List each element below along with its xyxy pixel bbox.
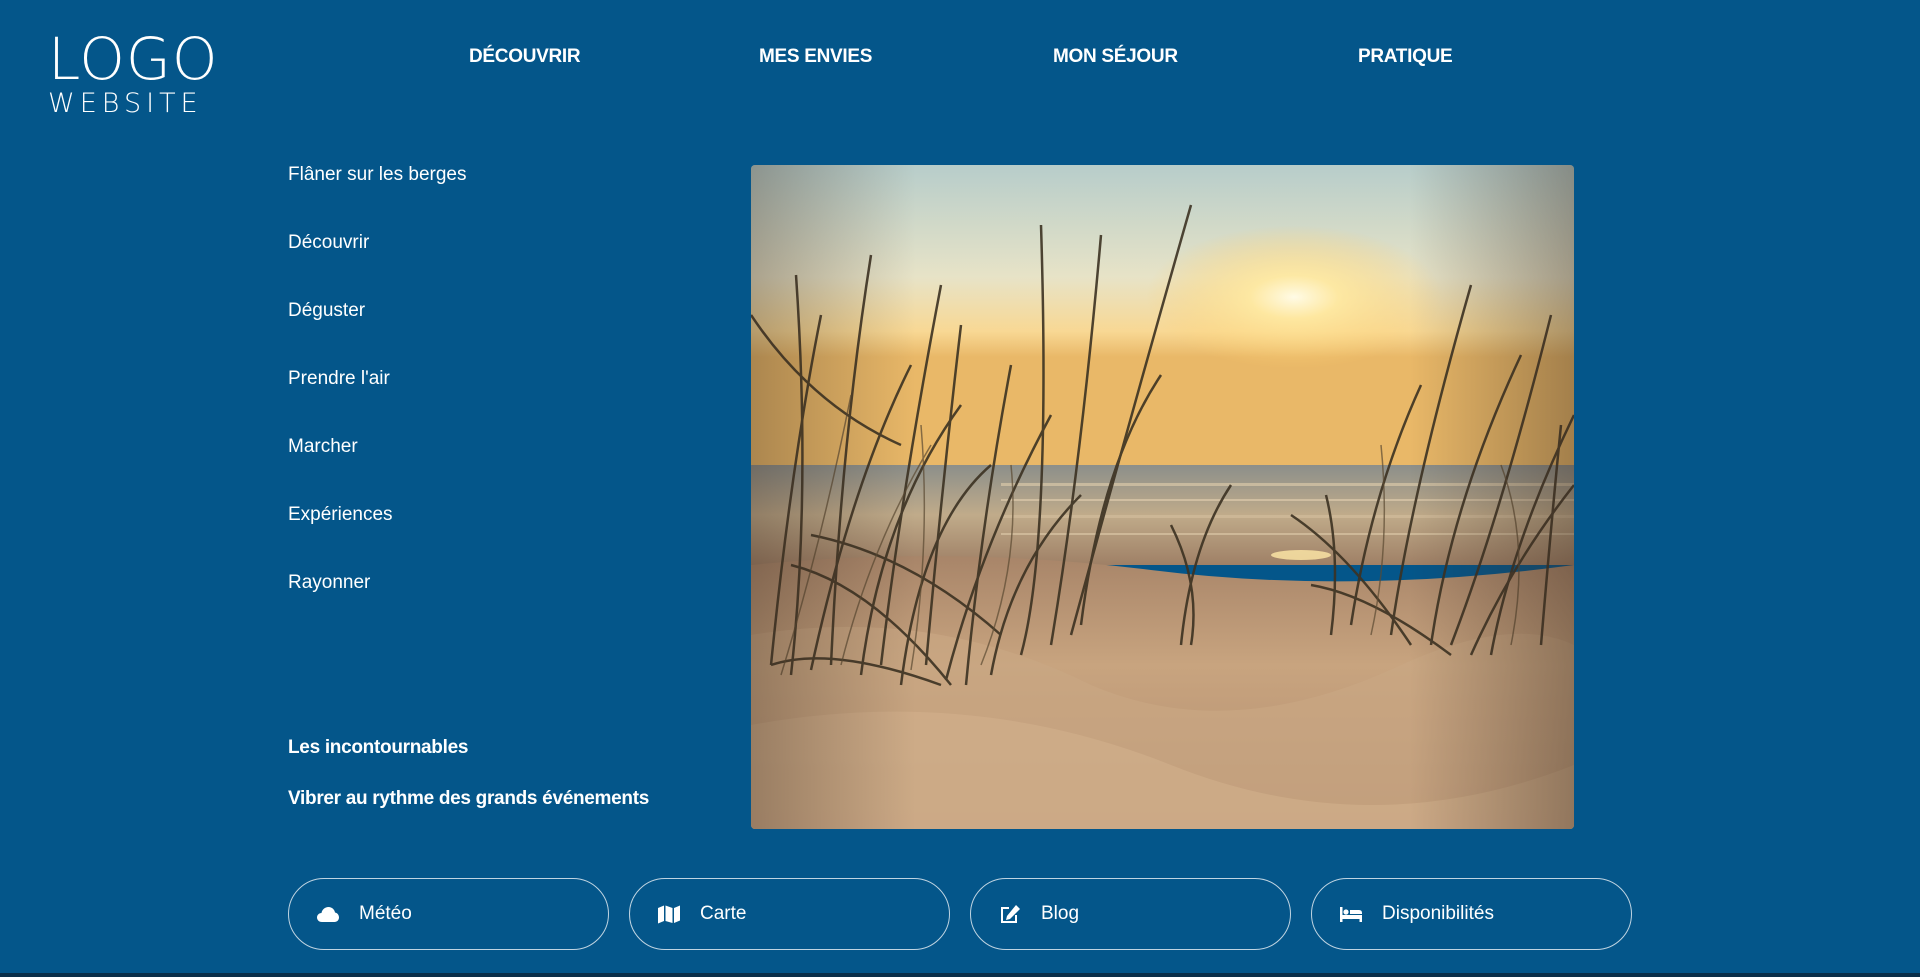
submenu-item[interactable]: Prendre l'air <box>288 367 708 435</box>
submenu-item[interactable]: Découvrir <box>288 231 708 299</box>
bed-icon <box>1338 903 1364 925</box>
blog-label: Blog <box>1041 903 1080 924</box>
weather-label: Météo <box>359 903 412 924</box>
weather-button[interactable]: Météo <box>288 878 609 950</box>
nav-item-mon-sejour[interactable]: MON SÉJOUR <box>1053 46 1178 68</box>
highlight-link-incontournables[interactable]: Les incontournables <box>288 736 728 787</box>
submenu-highlights: Les incontournables Vibrer au rythme des… <box>288 736 728 838</box>
submenu-item[interactable]: Expériences <box>288 503 708 571</box>
main-nav: DÉCOUVRIR MES ENVIES MON SÉJOUR PRATIQUE <box>0 46 1920 70</box>
nav-item-pratique[interactable]: PRATIQUE <box>1358 46 1453 68</box>
beach-sunset-photo <box>751 165 1574 829</box>
submenu-list: Flâner sur les berges Découvrir Déguster… <box>288 163 708 639</box>
site-logo[interactable]: LOGO WEBSITE <box>48 30 219 117</box>
hero-image <box>751 165 1574 829</box>
quick-links: Météo Carte Blog Disponibilités <box>288 878 1633 950</box>
page: LOGO WEBSITE DÉCOUVRIR MES ENVIES MON SÉ… <box>0 0 1920 977</box>
cloud-icon <box>315 903 341 925</box>
map-button[interactable]: Carte <box>629 878 950 950</box>
blog-button[interactable]: Blog <box>970 878 1291 950</box>
logo-line-2: WEBSITE <box>48 88 203 119</box>
nav-item-decouvrir[interactable]: DÉCOUVRIR <box>469 46 581 68</box>
submenu-item[interactable]: Déguster <box>288 299 708 367</box>
highlight-link-evenements[interactable]: Vibrer au rythme des grands événements <box>288 787 728 838</box>
submenu-item[interactable]: Marcher <box>288 435 708 503</box>
nav-item-mes-envies[interactable]: MES ENVIES <box>759 46 872 68</box>
availability-label: Disponibilités <box>1382 903 1494 924</box>
map-label: Carte <box>700 903 747 924</box>
submenu-item[interactable]: Rayonner <box>288 571 708 639</box>
submenu-item[interactable]: Flâner sur les berges <box>288 163 708 231</box>
bottom-edge <box>0 973 1920 977</box>
map-icon <box>656 903 682 925</box>
edit-icon <box>997 903 1023 925</box>
availability-button[interactable]: Disponibilités <box>1311 878 1632 950</box>
